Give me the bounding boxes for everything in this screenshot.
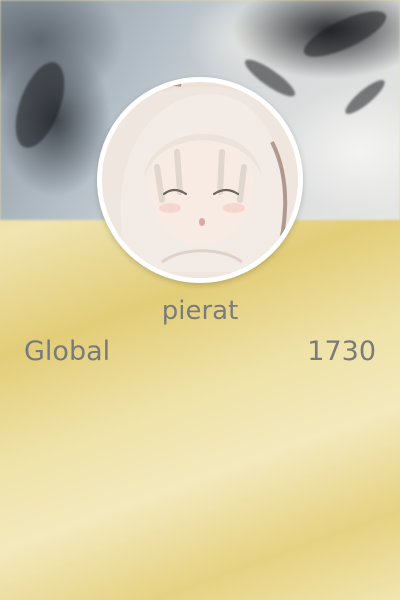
global-rank-value: 1730 <box>307 336 376 367</box>
username[interactable]: pierat <box>0 296 400 326</box>
avatar-image <box>102 82 298 278</box>
profile-card: pierat Global 1730 <box>0 0 400 600</box>
avatar[interactable] <box>97 77 303 283</box>
global-rank-label: Global <box>24 336 111 367</box>
